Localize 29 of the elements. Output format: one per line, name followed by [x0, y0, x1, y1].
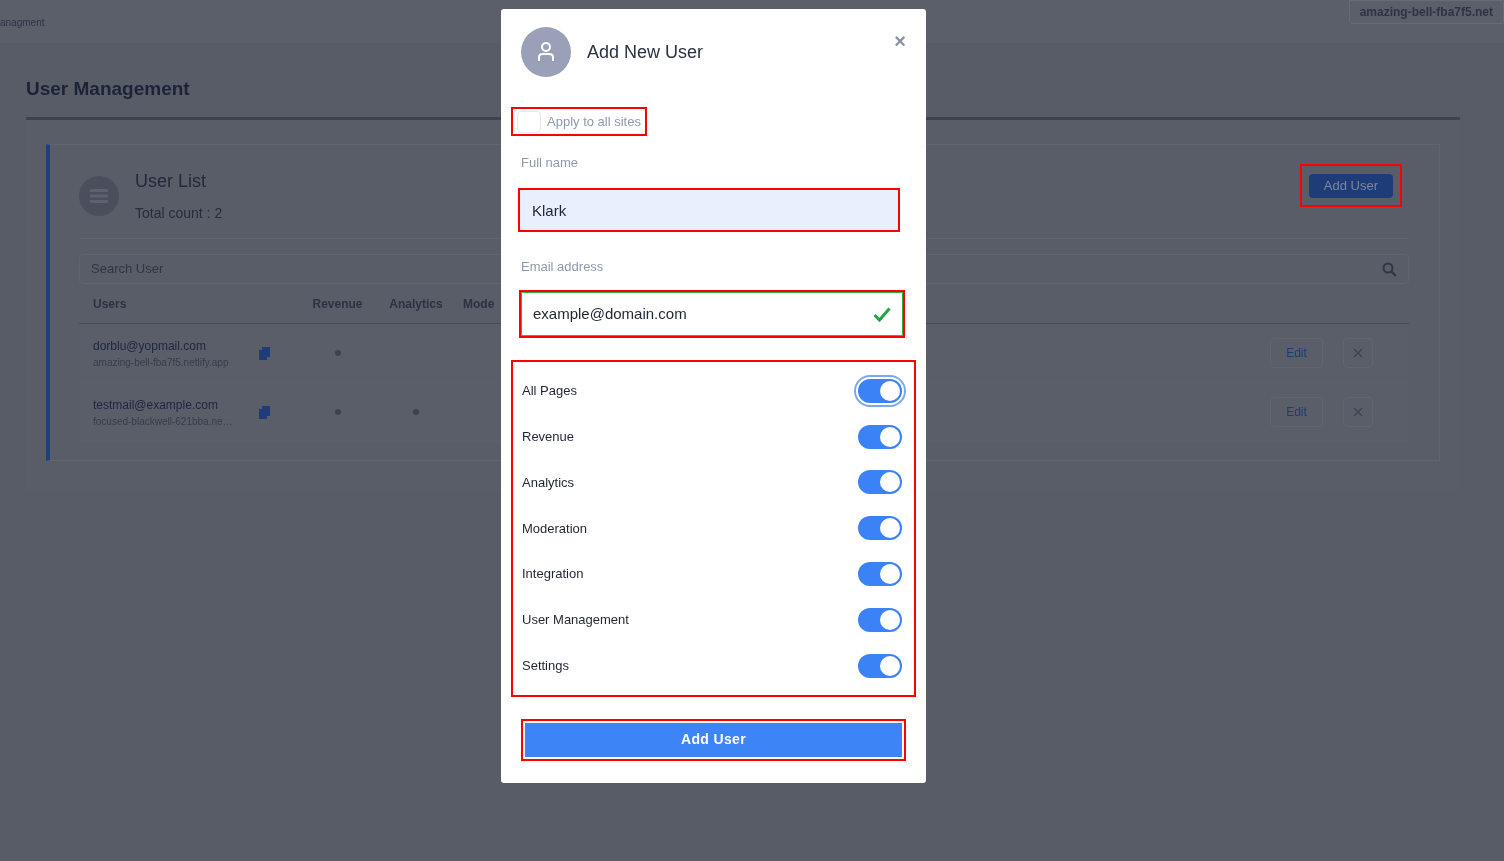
user-email: dorblu@yopmail.com: [93, 337, 207, 355]
name-field[interactable]: Klark: [520, 190, 898, 230]
search-icon: [1382, 261, 1397, 277]
toggle-switch[interactable]: [856, 376, 904, 405]
email-value: example@domain.com: [533, 303, 687, 324]
email-field[interactable]: example@domain.com: [521, 292, 903, 336]
user-icon: [537, 42, 555, 62]
permission-label: All Pages: [522, 382, 577, 401]
checkbox-label: Apply to all sites: [547, 112, 641, 131]
checkbox[interactable]: [517, 110, 541, 133]
dialog-title: Add New User: [587, 40, 704, 64]
permission-label: Analytics: [522, 473, 575, 492]
field-label: Full name: [521, 155, 579, 170]
edit-button[interactable]: Edit: [1270, 338, 1323, 368]
permission-label: Integration: [522, 565, 584, 584]
close-icon: [1353, 348, 1363, 358]
edit-button[interactable]: Edit: [1270, 397, 1323, 427]
close-icon: [1353, 407, 1363, 417]
permission-label: Revenue: [522, 427, 575, 446]
page-title: User Management: [26, 77, 191, 99]
list-title: User List: [135, 170, 207, 193]
submit-button[interactable]: Add User: [525, 722, 902, 757]
user-email: testmail@example.com: [93, 396, 219, 414]
close-button[interactable]: ×: [894, 31, 906, 51]
permission-label: User Management: [522, 611, 629, 630]
permission-label: Settings: [522, 656, 569, 675]
field-label: Email address: [521, 259, 604, 274]
permission-label: Moderation: [522, 519, 588, 538]
add-user-button[interactable]: Add User: [1308, 173, 1393, 198]
